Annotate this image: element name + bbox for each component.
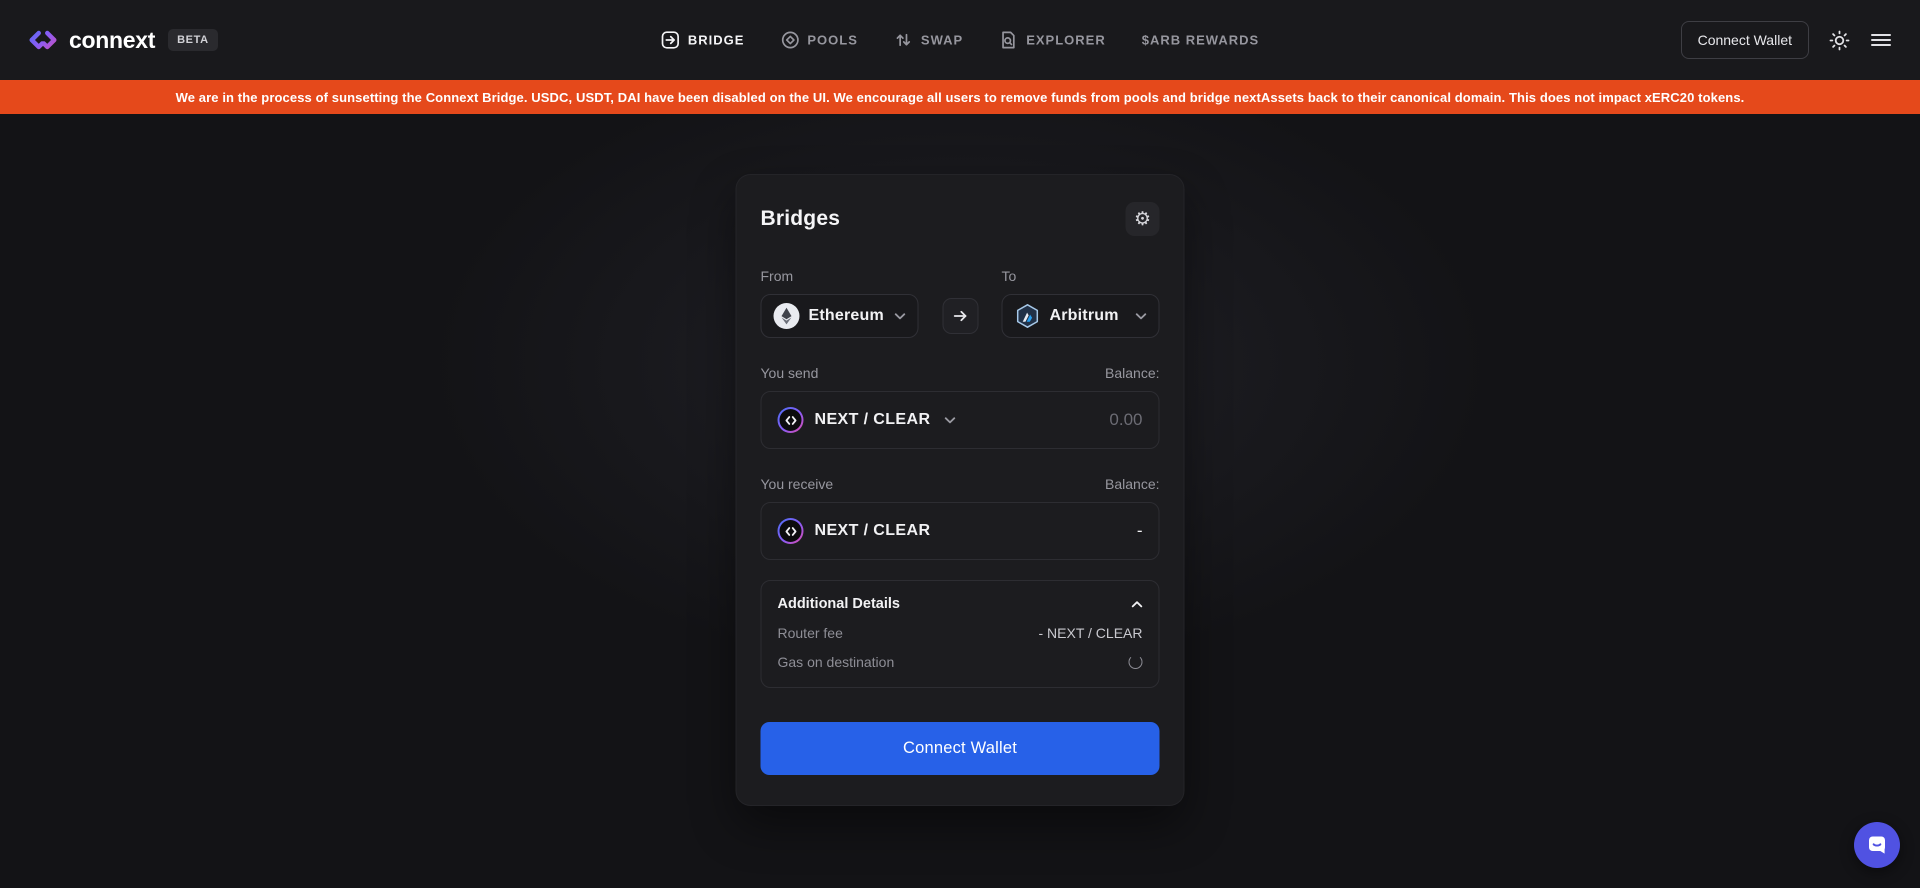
nav-label: $ARB REWARDS [1141,32,1260,48]
to-label: To [1001,268,1017,284]
pools-icon [780,31,799,50]
card-title: Bridges [760,207,841,230]
next-clear-token-icon [777,518,804,544]
nav-item-pools[interactable]: POOLS [780,31,858,50]
announcement-banner: We are in the process of sunsetting the … [0,80,1920,114]
to-chain-name: Arbitrum [1049,307,1119,324]
chevron-down-icon [894,312,906,320]
nav-item-arb-rewards[interactable]: $ARB REWARDS [1142,33,1259,48]
detail-row-router-fee: Router fee - NEXT / CLEAR [778,625,1143,641]
brand-logo[interactable]: connext BETA [28,25,218,55]
nav-label: SWAP [920,32,964,48]
beta-badge: BETA [168,29,218,51]
nav-label: POOLS [807,32,858,48]
chat-bubble-icon [1865,833,1889,857]
details-toggle[interactable]: Additional Details [778,596,1143,612]
brand-name: connext [69,26,156,53]
gear-icon: ⚙ [1133,208,1152,230]
settings-button[interactable]: ⚙ [1125,202,1160,236]
to-chain-select[interactable]: Arbitrum [1001,294,1160,338]
additional-details: Additional Details Router fee - NEXT / C… [760,580,1160,688]
from-chain-name: Ethereum [808,307,884,324]
chat-launcher-button[interactable] [1854,822,1900,868]
send-token-name: NEXT / CLEAR [814,411,931,428]
swap-direction-button[interactable] [942,298,978,334]
from-chain-select[interactable]: Ethereum [760,294,919,338]
from-label: From [760,268,794,284]
chevron-down-icon [944,416,956,424]
hamburger-icon [1870,31,1892,49]
send-amount-box: NEXT / CLEAR [760,391,1160,449]
details-title: Additional Details [777,596,900,612]
menu-button[interactable] [1870,31,1892,49]
bridge-icon [661,31,680,50]
main-nav: BRIDGE POOLS SWAP EXPLORER $ARB REWARDS [661,31,1259,50]
top-bar: connext BETA BRIDGE POOLS SWAP EXPLORER … [0,0,1920,80]
chevron-up-icon [1131,600,1143,608]
arbitrum-icon [1015,303,1041,329]
receive-token-name: NEXT / CLEAR [814,522,931,539]
nav-label: BRIDGE [687,32,745,48]
receive-token: NEXT / CLEAR [777,518,931,544]
router-fee-label: Router fee [777,625,843,641]
loading-spinner-icon [1128,655,1143,669]
nav-item-bridge[interactable]: BRIDGE [661,31,745,50]
chevron-down-icon [1135,312,1147,320]
connect-wallet-button-top[interactable]: Connect Wallet [1680,21,1809,59]
receive-amount-value: - [1136,521,1143,540]
arrow-right-icon [952,308,968,324]
connext-logo-icon [28,25,58,55]
router-fee-value: - NEXT / CLEAR [1038,625,1143,641]
gas-destination-label: Gas on destination [777,654,895,670]
nav-item-swap[interactable]: SWAP [894,31,963,50]
send-token-select[interactable]: NEXT / CLEAR [777,407,956,433]
topbar-right: Connect Wallet [1680,21,1892,59]
sun-icon [1829,30,1850,51]
send-balance-label: Balance: [1105,365,1160,381]
connect-wallet-button-card[interactable]: Connect Wallet [760,722,1160,775]
nav-label: EXPLORER [1026,32,1106,48]
you-send-label: You send [760,365,819,381]
swap-icon [894,31,913,50]
detail-row-gas: Gas on destination [778,654,1143,670]
next-clear-token-icon [777,407,804,433]
main-content: Bridges ⚙ From To Ethereum Arbitrum You … [0,114,1920,888]
bridge-card: Bridges ⚙ From To Ethereum Arbitrum You … [736,175,1184,805]
you-receive-label: You receive [760,476,834,492]
nav-item-explorer[interactable]: EXPLORER [999,31,1106,50]
theme-toggle-button[interactable] [1829,30,1850,51]
explorer-icon [999,31,1018,50]
send-amount-input[interactable] [1012,410,1143,430]
announcement-text: We are in the process of sunsetting the … [175,89,1745,105]
ethereum-icon [773,303,800,329]
receive-balance-label: Balance: [1105,476,1160,492]
receive-amount-box: NEXT / CLEAR - [760,502,1160,560]
